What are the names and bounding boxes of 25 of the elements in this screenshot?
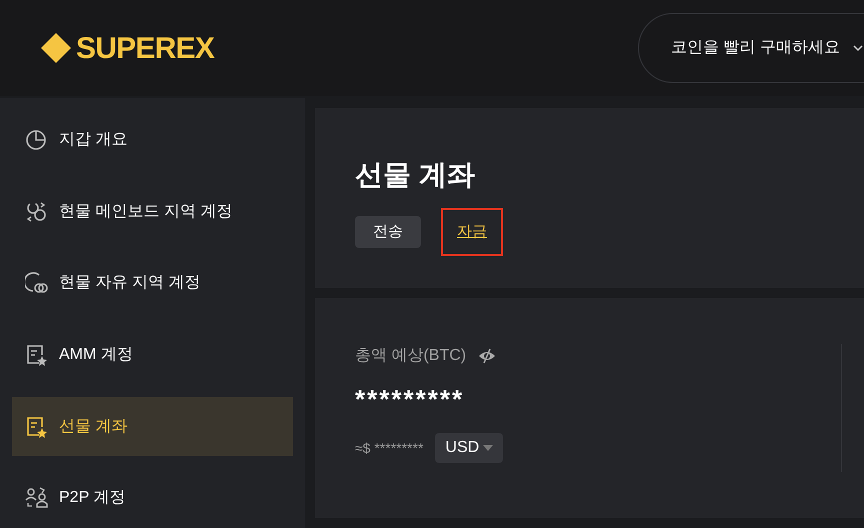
document-star-icon	[25, 414, 49, 439]
sidebar-item[interactable]: AMM 계정	[12, 325, 293, 385]
sidebar-item[interactable]: 현물 메인보드 지역 계정	[12, 182, 293, 242]
funds-link[interactable]: 자금	[441, 208, 503, 256]
logo-icon	[40, 32, 72, 64]
transfer-button[interactable]: 전송	[355, 216, 421, 248]
quick-buy-button[interactable]: 코인을 빨리 구매하세요	[638, 13, 864, 83]
eye-hidden-icon[interactable]	[478, 348, 496, 364]
exchange-icon	[25, 200, 49, 224]
sidebar-item[interactable]: 선물 계좌	[12, 396, 293, 456]
sidebar-item[interactable]: P2P 계정	[12, 468, 293, 528]
logo-text: SUPEREX	[76, 30, 214, 66]
sidebar-item[interactable]: 현물 자유 지역 계정	[12, 253, 293, 314]
chevron-down-icon	[852, 44, 864, 52]
coins-icon	[25, 271, 49, 296]
users-exchange-icon	[25, 486, 49, 510]
balance-amount: *********	[355, 383, 466, 416]
balance-label: 총액 예상(BTC)	[355, 346, 466, 366]
approx-value: ≈$ *********	[355, 438, 424, 458]
caret-icon	[483, 445, 494, 451]
pie-chart-icon	[25, 128, 49, 152]
document-star-icon	[25, 342, 49, 367]
page-title: 선물 계좌	[355, 158, 476, 192]
currency-dropdown[interactable]: USD	[435, 433, 504, 463]
sidebar-item[interactable]: 지갑 개요	[12, 110, 293, 170]
